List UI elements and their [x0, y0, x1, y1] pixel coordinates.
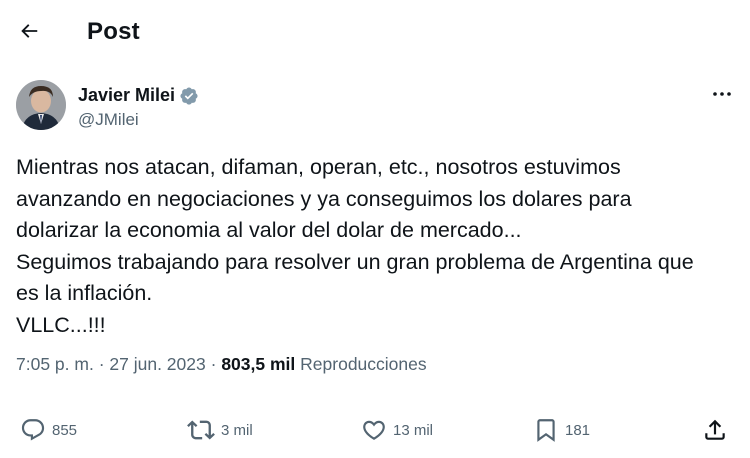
views-count: 803,5 mil	[221, 354, 296, 374]
share-button[interactable]	[702, 412, 728, 448]
tweet-line: avanzando en negociaciones y ya consegui…	[16, 186, 632, 211]
tweet-line: Mientras nos atacan, difaman, operan, et…	[16, 155, 621, 179]
avatar[interactable]	[16, 80, 66, 130]
tweet-line: VLLC...!!!	[16, 312, 106, 337]
bookmark-button[interactable]: 181	[533, 412, 590, 448]
like-count: 13 mil	[393, 421, 434, 439]
tweet-line: dolarizar la economia al valor del dolar…	[16, 218, 522, 242]
name-line: Javier Milei	[78, 85, 199, 106]
like-button[interactable]: 13 mil	[361, 412, 433, 448]
reply-icon	[21, 419, 45, 441]
arrow-left-icon	[21, 24, 38, 38]
tweet-text: Mientras nos atacan, difaman, operan, et…	[16, 152, 736, 341]
meta-separator: ·	[98, 354, 105, 374]
more-options-button[interactable]	[708, 82, 736, 106]
post-meta: 7:05 p. m. · 27 jun. 2023 · 803,5 mil Re…	[16, 354, 427, 375]
meta-separator: ·	[210, 354, 217, 374]
heart-icon	[363, 420, 385, 440]
reply-button[interactable]: 855	[20, 412, 77, 448]
reply-count: 855	[52, 421, 78, 439]
more-horizontal-icon	[713, 92, 731, 96]
tweet-line: es la inflación.	[16, 281, 153, 305]
post-time[interactable]: 7:05 p. m.	[16, 354, 94, 374]
verified-badge-icon	[180, 86, 198, 105]
action-bar: 855 3 mil 13 mil 181	[0, 412, 750, 448]
repost-icon	[187, 420, 215, 440]
repost-button[interactable]: 3 mil	[187, 412, 253, 448]
repost-count: 3 mil	[221, 421, 253, 439]
page-title: Post	[87, 18, 140, 45]
user-handle[interactable]: @JMilei	[78, 110, 139, 130]
display-name[interactable]: Javier Milei	[78, 85, 175, 106]
share-icon	[705, 419, 725, 440]
header: Post	[0, 0, 750, 66]
bookmark-count: 181	[565, 421, 591, 439]
back-button[interactable]	[12, 14, 46, 48]
post-date[interactable]: 27 jun. 2023	[109, 354, 205, 374]
bookmark-icon	[537, 419, 555, 442]
tweet-line: Seguimos trabajando para resolver un gra…	[16, 249, 694, 274]
views-label: Reproducciones	[300, 354, 427, 374]
author-row: Javier Milei @JMilei	[16, 80, 736, 134]
avatar-image	[16, 80, 66, 130]
